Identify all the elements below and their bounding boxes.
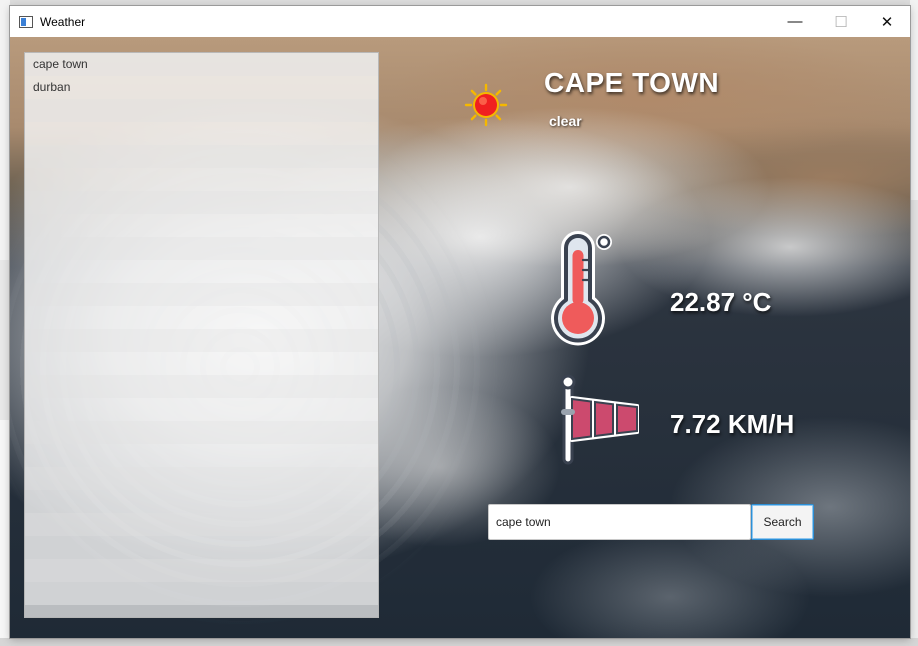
empty-list-row bbox=[25, 467, 378, 490]
empty-list-row bbox=[25, 536, 378, 559]
close-button[interactable]: ✕ bbox=[864, 6, 910, 37]
empty-list-row bbox=[25, 582, 378, 605]
empty-list-row bbox=[25, 260, 378, 283]
empty-list-row bbox=[25, 513, 378, 536]
city-name: CAPE TOWN bbox=[544, 67, 720, 98]
background-desktop-bottom bbox=[0, 638, 918, 646]
background-desktop-right bbox=[910, 0, 918, 646]
empty-list-row bbox=[25, 398, 378, 421]
app-window-icon bbox=[19, 15, 33, 28]
empty-list-row bbox=[25, 214, 378, 237]
weather-window: Weather — ☐ ✕ cape town durban CAPE TOWN… bbox=[10, 6, 910, 638]
maximize-button[interactable]: ☐ bbox=[818, 6, 864, 37]
empty-list-row bbox=[25, 421, 378, 444]
empty-list-row bbox=[25, 352, 378, 375]
windsock-icon bbox=[560, 374, 639, 465]
city-list[interactable]: cape town durban bbox=[24, 52, 379, 618]
wind-speed-value: 7.72 KM/H bbox=[670, 409, 795, 439]
empty-list-row bbox=[25, 145, 378, 168]
thermometer-icon bbox=[551, 231, 612, 346]
empty-list-row bbox=[25, 559, 378, 582]
window-title: Weather bbox=[40, 14, 86, 29]
background-desktop bbox=[0, 0, 10, 646]
search-button[interactable]: Search bbox=[751, 504, 814, 540]
sun-icon bbox=[464, 83, 508, 127]
weather-condition: clear bbox=[549, 113, 582, 129]
empty-list-row bbox=[25, 191, 378, 214]
empty-list-row bbox=[25, 444, 378, 467]
app-content: cape town durban CAPE TOWN clear 22.87 °… bbox=[10, 37, 910, 638]
empty-list-row bbox=[25, 99, 378, 122]
list-item[interactable]: cape town bbox=[25, 53, 378, 76]
empty-list-row bbox=[25, 490, 378, 513]
temperature-value: 22.87 °C bbox=[670, 287, 772, 317]
empty-list-row bbox=[25, 237, 378, 260]
empty-list-row bbox=[25, 283, 378, 306]
empty-list-row bbox=[25, 122, 378, 145]
empty-list-row bbox=[25, 329, 378, 352]
empty-list-row bbox=[25, 306, 378, 329]
title-bar[interactable]: Weather — ☐ ✕ bbox=[10, 6, 910, 37]
window-controls: — ☐ ✕ bbox=[772, 6, 910, 37]
empty-list-row bbox=[25, 168, 378, 191]
search-input[interactable] bbox=[488, 504, 751, 540]
minimize-button[interactable]: — bbox=[772, 6, 818, 37]
empty-list-row bbox=[25, 375, 378, 398]
list-item[interactable]: durban bbox=[25, 76, 378, 99]
